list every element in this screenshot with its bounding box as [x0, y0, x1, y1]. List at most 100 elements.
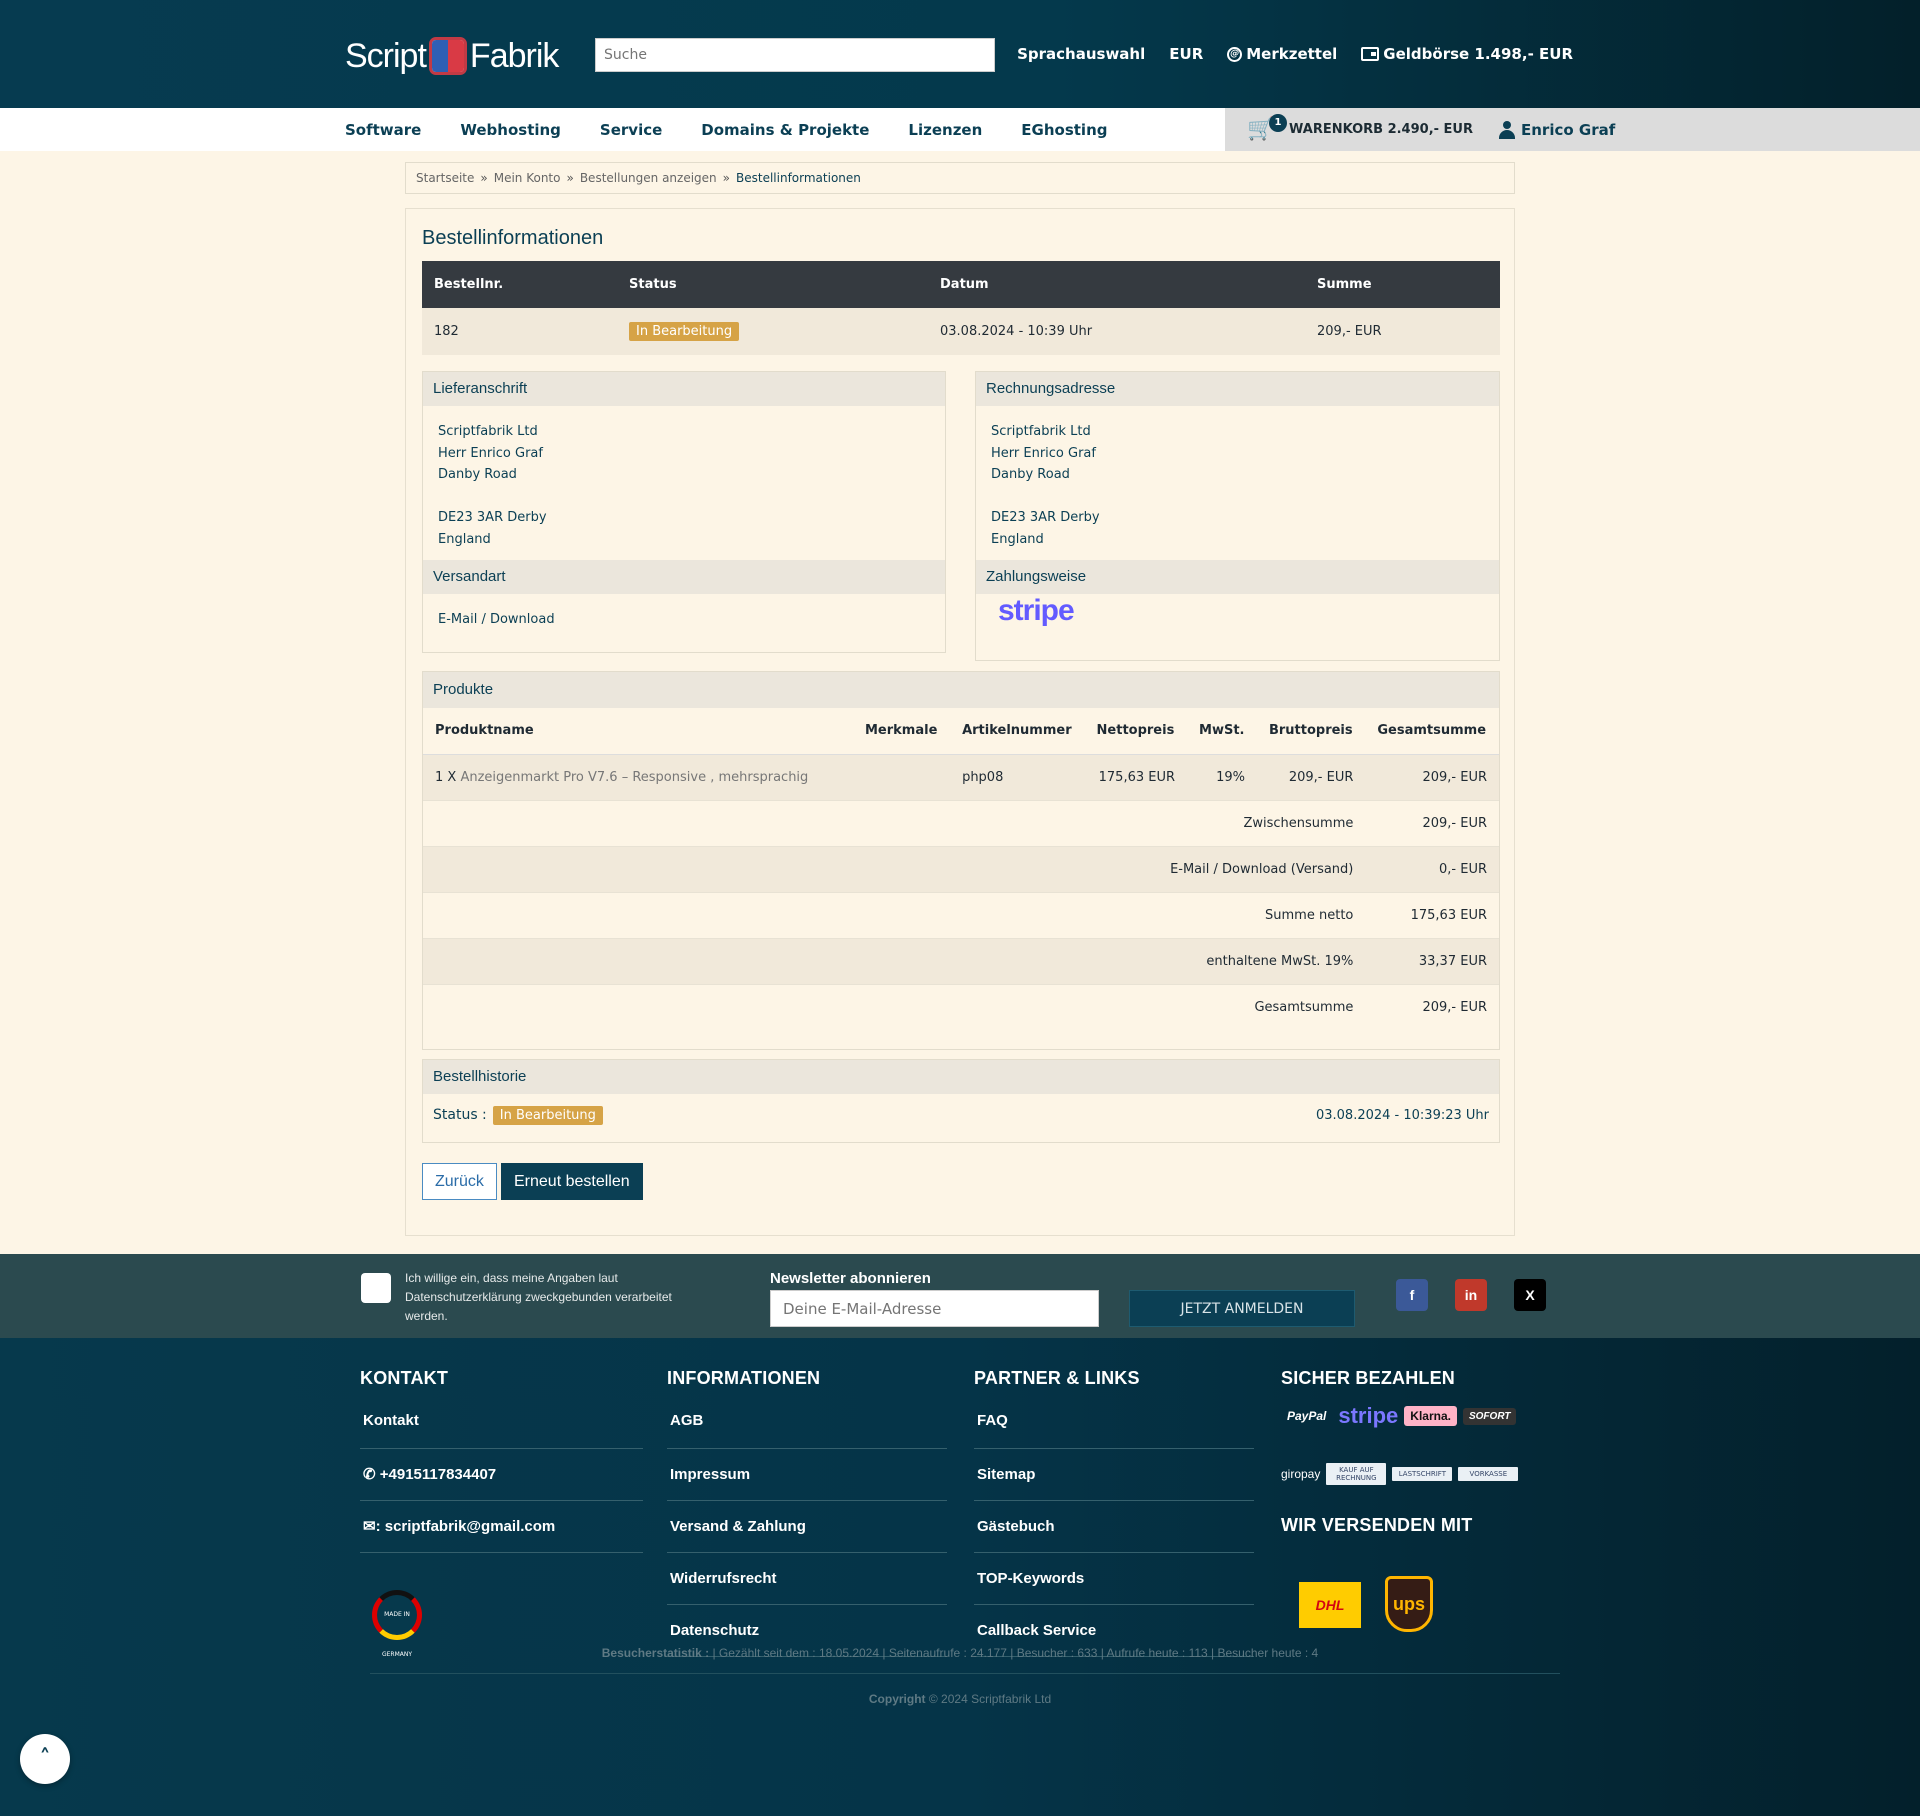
- x-twitter-icon[interactable]: X: [1514, 1279, 1546, 1311]
- klarna-logo: Klarna.: [1404, 1406, 1457, 1426]
- paypal-logo: PayPal: [1287, 1409, 1327, 1423]
- wallet-icon: [1361, 47, 1380, 61]
- top-links: Sprachauswahl EUR @ Merkzettel Geldbörse …: [1017, 45, 1573, 63]
- sofort-logo: SOFORT: [1462, 1407, 1517, 1425]
- chevron-right-icon: »: [722, 171, 731, 185]
- page-title: Bestellinformationen: [422, 227, 604, 249]
- footer-impressum-link[interactable]: Impressum: [667, 1449, 947, 1501]
- delivery-panel: Lieferanschrift Scriptfabrik Ltd Herr En…: [422, 371, 946, 653]
- breadcrumb-home[interactable]: Startseite: [416, 171, 474, 185]
- nav-eghosting[interactable]: EGhosting: [1021, 121, 1107, 139]
- footer-guestbook-link[interactable]: Gästebuch: [974, 1501, 1254, 1553]
- user-icon: [1499, 120, 1515, 139]
- language-select[interactable]: Sprachauswahl: [1017, 45, 1145, 63]
- nav-webhosting[interactable]: Webhosting: [460, 121, 561, 139]
- footer-faq-link[interactable]: FAQ: [974, 1407, 1254, 1449]
- cart-icon[interactable]: 🛒 1: [1247, 113, 1287, 144]
- totals-row: E-Mail / Download (Versand) 0,- EUR: [423, 846, 1499, 893]
- stripe-logo: stripe: [998, 594, 1075, 627]
- status-badge: In Bearbeitung: [492, 1105, 603, 1125]
- totals-row: Gesamtsumme 209,- EUR: [1254, 999, 1487, 1015]
- facebook-icon[interactable]: f: [1396, 1279, 1428, 1311]
- cart-link[interactable]: WARENKORB 2.490,- EUR: [1289, 122, 1473, 137]
- billing-panel: Rechnungsadresse Scriptfabrik Ltd Herr E…: [975, 371, 1500, 661]
- wallet-link[interactable]: Geldbörse 1.498,- EUR: [1361, 45, 1573, 63]
- history-date: 03.08.2024 - 10:39:23 Uhr: [1315, 1107, 1489, 1123]
- visitor-stats: Besucherstatistik : | Gezählt seit dem :…: [601, 1646, 1319, 1660]
- direct-debit-logo: LASTSCHRIFT: [1392, 1467, 1453, 1481]
- billing-address: Scriptfabrik Ltd Herr Enrico Graf Danby …: [991, 424, 1100, 547]
- products-title: Produkte: [423, 672, 1499, 708]
- reorder-button[interactable]: Erneut bestellen: [501, 1163, 643, 1200]
- totals-row: Zwischensumme 209,- EUR: [423, 800, 1499, 847]
- status-badge: In Bearbeitung: [629, 322, 740, 341]
- footer: KONTAKT Kontakt ✆ +4915117834407 ✉: scri…: [0, 1338, 1920, 1816]
- footer-email-link[interactable]: ✉: scriptfabrik@gmail.com: [360, 1501, 643, 1553]
- order-sum: 209,- EUR: [1317, 324, 1382, 339]
- order-card: Bestellinformationen Bestellnr. Status D…: [405, 208, 1515, 1236]
- footer-widerruf-link[interactable]: Widerrufsrecht: [667, 1553, 947, 1605]
- order-date: 03.08.2024 - 10:39 Uhr: [940, 324, 1093, 339]
- newsletter-title: Newsletter abonnieren: [770, 1270, 931, 1287]
- products-panel: Produkte Produktname Merkmale Artikelnum…: [422, 671, 1500, 1050]
- site-logo[interactable]: Script Fabrik: [345, 36, 559, 76]
- payment-title: Zahlungsweise: [976, 560, 1499, 594]
- breadcrumb: Startseite » Mein Konto » Bestellungen a…: [405, 162, 1515, 194]
- footer-sitemap-link[interactable]: Sitemap: [974, 1449, 1254, 1501]
- scroll-to-top-button[interactable]: ˄: [20, 1734, 70, 1784]
- shipping-title: Versandart: [423, 560, 945, 594]
- consent-checkbox[interactable]: [361, 1273, 391, 1303]
- logo-mark-icon: [428, 37, 467, 75]
- breadcrumb-account[interactable]: Mein Konto: [494, 171, 561, 185]
- ups-logo: ups: [1385, 1576, 1433, 1632]
- breadcrumb-current[interactable]: Bestellinformationen: [736, 171, 861, 185]
- footer-versand-link[interactable]: Versand & Zahlung: [667, 1501, 947, 1553]
- newsletter-subscribe-button[interactable]: JETZT ANMELDEN: [1129, 1290, 1355, 1327]
- nav-domains[interactable]: Domains & Projekte: [701, 121, 869, 139]
- table-row: 1 X Anzeigenmarkt Pro V7.6 – Responsive …: [423, 754, 1499, 801]
- payment-method: stripe: [976, 594, 1499, 634]
- main-nav: Software Webhosting Service Domains & Pr…: [0, 108, 1920, 151]
- shipping-method: E-Mail / Download: [438, 612, 555, 627]
- newsletter-bar: Ich willige ein, dass meine Angaben laut…: [0, 1254, 1920, 1338]
- chevron-up-icon: ˄: [39, 1746, 51, 1771]
- phone-icon: ✆: [363, 1466, 376, 1483]
- made-in-germany-badge: MADE IN GERMANY: [372, 1590, 422, 1658]
- breadcrumb-orders[interactable]: Bestellungen anzeigen: [580, 171, 717, 185]
- newsletter-email-input[interactable]: [770, 1290, 1099, 1327]
- user-account-link[interactable]: Enrico Graf: [1499, 120, 1615, 139]
- nav-service[interactable]: Service: [600, 121, 662, 139]
- prepayment-logo: VORKASSE: [1458, 1467, 1519, 1481]
- delivery-title: Lieferanschrift: [423, 372, 945, 406]
- footer-contact-link[interactable]: Kontakt: [360, 1407, 643, 1449]
- cart-area: 🛒 1 WARENKORB 2.490,- EUR Enrico Graf: [1225, 108, 1920, 151]
- footer-contact: KONTAKT Kontakt ✆ +4915117834407 ✉: scri…: [360, 1368, 643, 1658]
- wishlist-link[interactable]: @ Merkzettel: [1227, 45, 1337, 63]
- footer-partner: PARTNER & LINKS FAQ Sitemap Gästebuch TO…: [974, 1368, 1254, 1657]
- table-header-row: Bestellnr. Status Datum Summe: [422, 261, 1500, 308]
- footer-keywords-link[interactable]: TOP-Keywords: [974, 1553, 1254, 1605]
- order-number: 182: [434, 324, 459, 339]
- footer-divider: [370, 1673, 1560, 1674]
- footer-phone-link[interactable]: ✆ +4915117834407: [360, 1449, 643, 1501]
- nav-software[interactable]: Software: [345, 121, 421, 139]
- footer-info: INFORMATIONEN AGB Impressum Versand & Za…: [667, 1368, 947, 1657]
- history-panel: Bestellhistorie Status : In Bearbeitung …: [422, 1059, 1500, 1143]
- cart-count-badge: 1: [1269, 113, 1287, 132]
- footer-agb-link[interactable]: AGB: [667, 1407, 947, 1449]
- copyright: Copyright © 2024 Scriptfabrik Ltd: [868, 1692, 1052, 1706]
- top-header: Script Fabrik Sprachauswahl EUR @Merkzet…: [0, 0, 1920, 108]
- back-button[interactable]: Zurück: [422, 1163, 497, 1200]
- product-link[interactable]: Anzeigenmarkt Pro V7.6 – Responsive , me…: [460, 770, 808, 785]
- invoice-logo: KAUF AUF RECHNUNG: [1326, 1463, 1387, 1485]
- delivery-address: Scriptfabrik Ltd Herr Enrico Graf Danby …: [438, 424, 547, 547]
- linkedin-icon[interactable]: in: [1455, 1279, 1487, 1311]
- search-input[interactable]: [595, 38, 995, 72]
- payment-logos-row: giropay KAUF AUF RECHNUNG LASTSCHRIFT VO…: [1281, 1463, 1561, 1485]
- wishlist-icon: @: [1227, 46, 1243, 62]
- table-header-row: Produktname Merkmale Artikelnummer Netto…: [423, 708, 1499, 755]
- history-title: Bestellhistorie: [423, 1060, 1499, 1094]
- billing-title: Rechnungsadresse: [976, 372, 1499, 406]
- nav-lizenzen[interactable]: Lizenzen: [908, 121, 982, 139]
- currency-select[interactable]: EUR: [1169, 45, 1203, 63]
